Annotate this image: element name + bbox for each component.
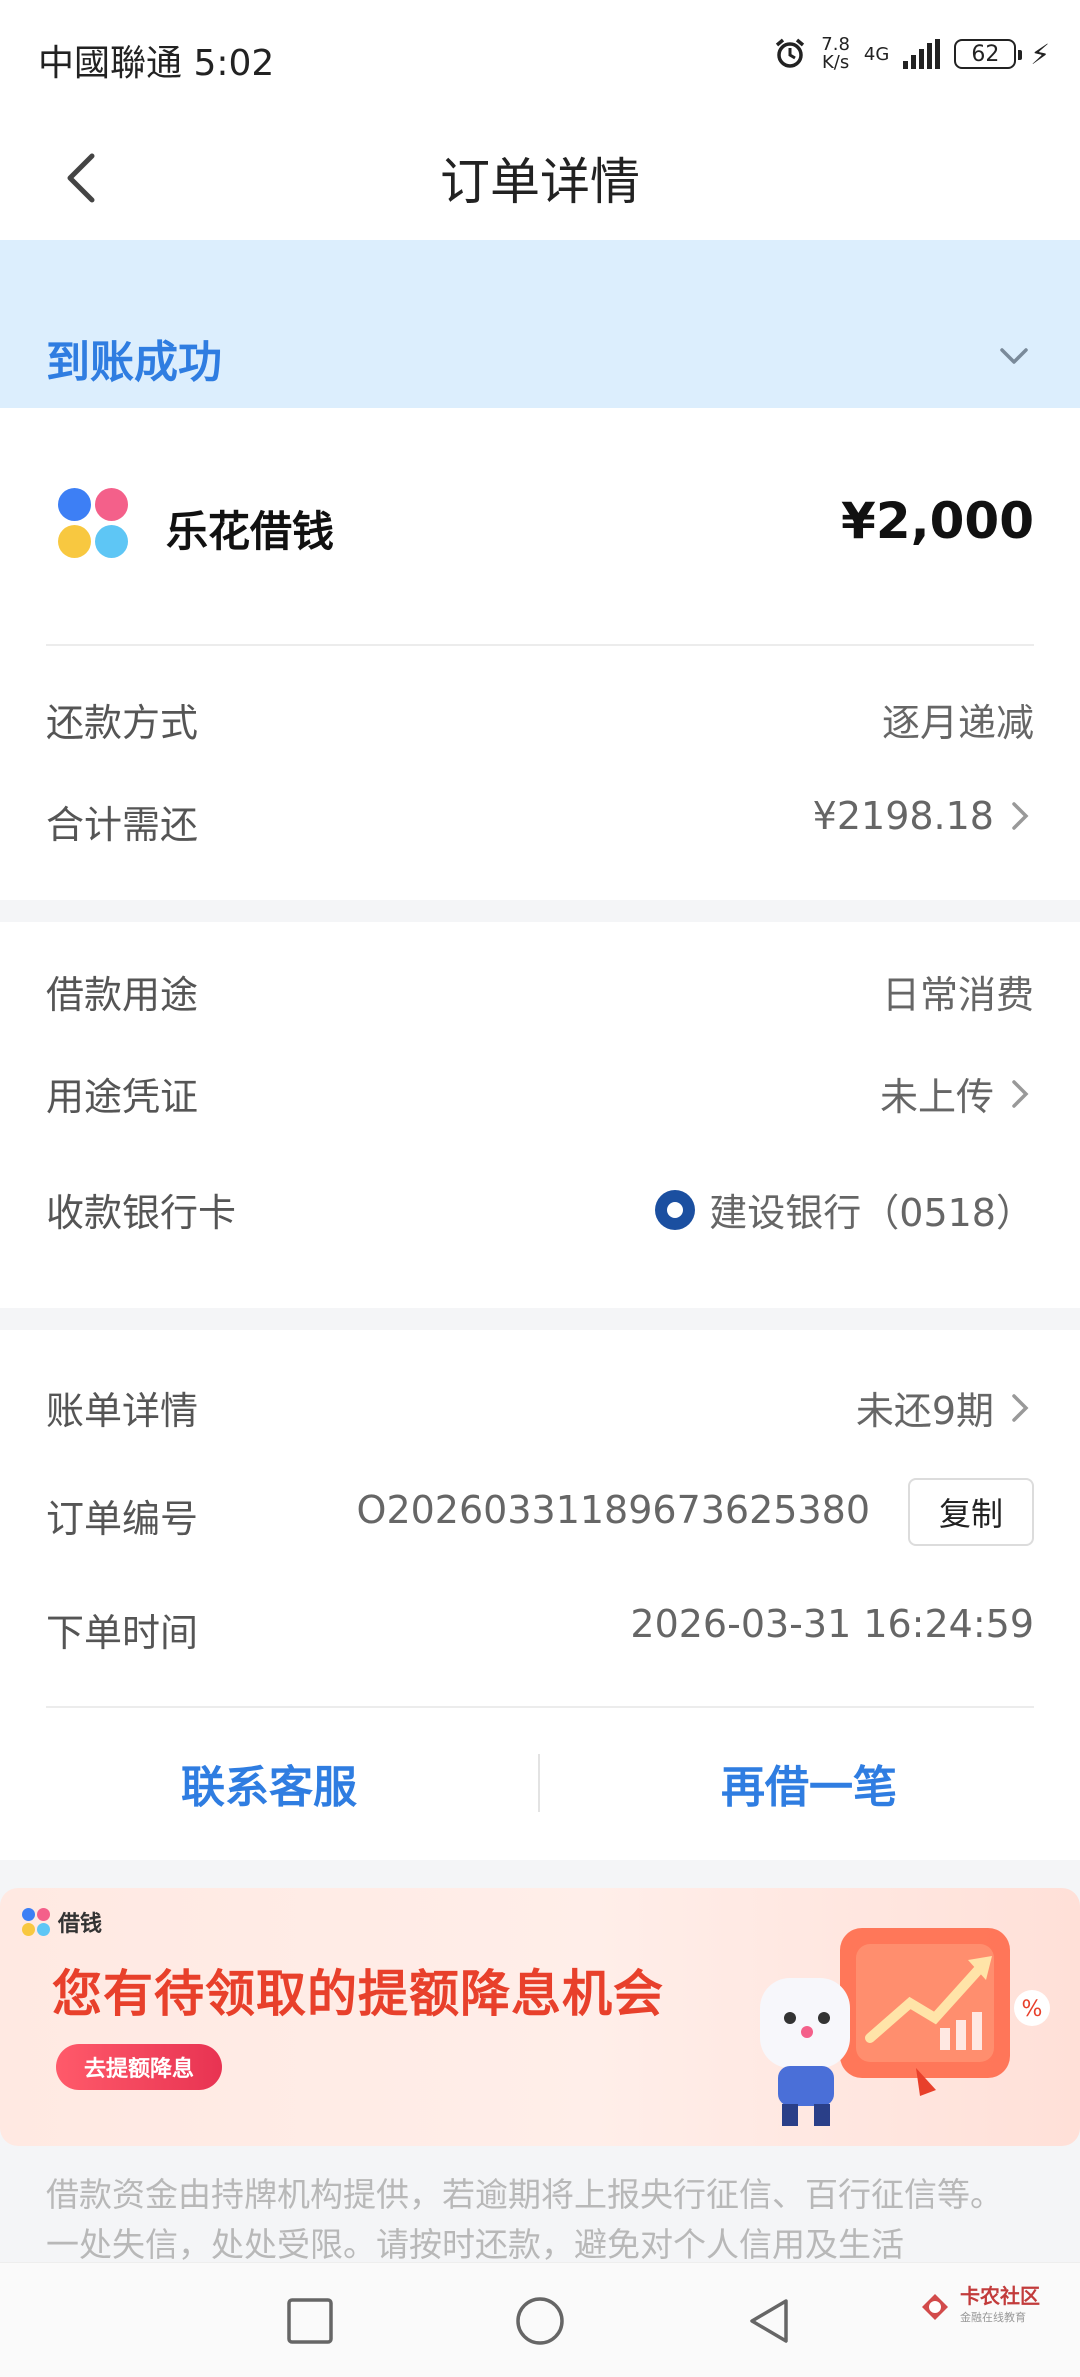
battery-level: 62 xyxy=(971,41,1000,67)
receiving-card-row: 收款银行卡 建设银行（0518） xyxy=(46,1182,1034,1242)
bill-detail-label: 账单详情 xyxy=(46,1389,199,1433)
contact-support-button[interactable]: 联系客服 xyxy=(0,1728,538,1838)
purpose-proof-value: 未上传 xyxy=(879,1075,994,1119)
order-time-value: 2026-03-31 16:24:59 xyxy=(630,1602,1034,1646)
order-info-card: 账单详情 未还9期 订单编号 O20260331189673625380 复制 … xyxy=(0,1330,1080,1860)
disclaimer-text: 借款资金由持牌机构提供，若逾期将上报央行征信、百行征信等。一处失信，处处受限。请… xyxy=(46,2175,1003,2264)
watermark-title: 卡农社区 xyxy=(960,2284,1040,2308)
repayment-method-value: 逐月递减 xyxy=(881,701,1034,745)
chevron-right-icon xyxy=(1012,1393,1029,1422)
purpose-proof-label: 用途凭证 xyxy=(46,1075,199,1119)
receiving-card-value-wrap: 建设银行（0518） xyxy=(655,1182,1034,1237)
mascot-chart-illustration-icon: % xyxy=(760,1928,1050,2126)
promo-banner[interactable]: 借钱 您有待领取的提额降息机会 去提额降息 % xyxy=(0,1888,1080,2146)
loan-purpose-label: 借款用途 xyxy=(46,973,199,1017)
nav-bar: 订单详情 xyxy=(0,120,1080,240)
bill-detail-row[interactable]: 账单详情 未还9期 xyxy=(46,1380,1034,1440)
svg-text:%: % xyxy=(1022,1997,1043,2022)
bill-detail-value: 未还9期 xyxy=(855,1389,994,1433)
order-status: 到账成功 xyxy=(46,337,222,388)
kanong-logo-icon xyxy=(922,2294,948,2320)
network-speed: 7.8 K/s xyxy=(821,36,850,72)
promo-brand: 借钱 xyxy=(22,1906,102,1938)
promo-title: 您有待领取的提额降息机会 xyxy=(52,1965,664,2023)
loan-product-name: 乐花借钱 xyxy=(166,507,335,556)
loan-purpose-row: 借款用途 日常消费 xyxy=(46,964,1034,1024)
copy-button[interactable]: 复制 xyxy=(908,1478,1034,1546)
promo-brand-label: 借钱 xyxy=(58,1912,103,1937)
ccb-bank-icon xyxy=(655,1189,696,1230)
order-number-row: 订单编号 O20260331189673625380 xyxy=(46,1488,1034,1548)
loan-header: 乐花借钱 ¥2,000 xyxy=(46,488,1034,568)
status-banner[interactable]: 到账成功 xyxy=(0,240,1080,408)
loan-purpose-card: 借款用途 日常消费 用途凭证 未上传 收款银行卡 建设银行（0518） xyxy=(0,922,1080,1308)
lehua-logo-icon xyxy=(58,488,130,560)
repayment-method-label: 还款方式 xyxy=(46,701,199,745)
lehua-mini-logo-icon xyxy=(22,1908,50,1936)
purpose-proof-row[interactable]: 用途凭证 未上传 xyxy=(46,1066,1034,1126)
receiving-card-value: 建设银行（0518） xyxy=(709,1191,1034,1235)
chevron-down-icon[interactable] xyxy=(994,336,1034,376)
watermark-sub: 金融在线教育 xyxy=(960,2311,1026,2324)
loan-summary-card: 乐花借钱 ¥2,000 还款方式 逐月递减 合计需还 ¥2198.18 xyxy=(0,408,1080,900)
system-nav-bar: 卡农社区 金融在线教育 xyxy=(0,2262,1080,2377)
battery-icon: 62 xyxy=(954,39,1023,69)
chevron-right-icon xyxy=(1012,1079,1029,1108)
action-bar: 联系客服 再借一笔 xyxy=(0,1728,1080,1838)
recent-apps-icon[interactable] xyxy=(284,2295,336,2347)
watermark-logo: 卡农社区 金融在线教育 xyxy=(918,2285,1040,2329)
repayment-method-row: 还款方式 逐月递减 xyxy=(46,692,1034,752)
bill-detail-value-wrap[interactable]: 未还9期 xyxy=(856,1380,1034,1435)
chevron-right-icon xyxy=(1012,802,1029,830)
total-due-row[interactable]: 合计需还 ¥2198.18 xyxy=(46,794,1034,854)
order-number-value: O20260331189673625380 xyxy=(356,1488,870,1532)
order-time-row: 下单时间 2026-03-31 16:24:59 xyxy=(46,1602,1034,1662)
order-time-label: 下单时间 xyxy=(46,1611,199,1655)
purpose-proof-value-wrap[interactable]: 未上传 xyxy=(880,1066,1034,1121)
watermark-text: 卡农社区 金融在线教育 xyxy=(960,2285,1040,2329)
total-due-value-wrap[interactable]: ¥2198.18 xyxy=(813,794,1034,838)
network-type: 4G xyxy=(863,43,890,65)
alarm-icon xyxy=(776,38,805,68)
total-due-value: ¥2198.18 xyxy=(812,794,994,838)
speed-unit: K/s xyxy=(821,52,850,73)
divider xyxy=(46,1706,1034,1708)
total-due-label: 合计需还 xyxy=(46,803,199,847)
receiving-card-label: 收款银行卡 xyxy=(46,1191,237,1235)
loan-purpose-value: 日常消费 xyxy=(881,973,1034,1017)
status-icons: 7.8 K/s 4G 62 ⚡ xyxy=(773,36,1050,72)
signal-icon xyxy=(903,39,941,69)
loan-amount: ¥2,000 xyxy=(841,492,1034,550)
page-title: 订单详情 xyxy=(440,153,640,211)
order-number-label: 订单编号 xyxy=(46,1497,199,1541)
home-icon[interactable] xyxy=(514,2295,566,2347)
status-bar: 中國聯通 5:02 7.8 K/s 4G 62 ⚡ xyxy=(0,0,1080,120)
borrow-again-button[interactable]: 再借一笔 xyxy=(540,1728,1078,1838)
divider xyxy=(46,644,1034,646)
charging-icon: ⚡ xyxy=(1030,37,1050,71)
raise-limit-button[interactable]: 去提额降息 xyxy=(56,2044,222,2090)
carrier-time: 中國聯通 5:02 xyxy=(38,43,275,84)
back-triangle-icon[interactable] xyxy=(744,2295,796,2347)
